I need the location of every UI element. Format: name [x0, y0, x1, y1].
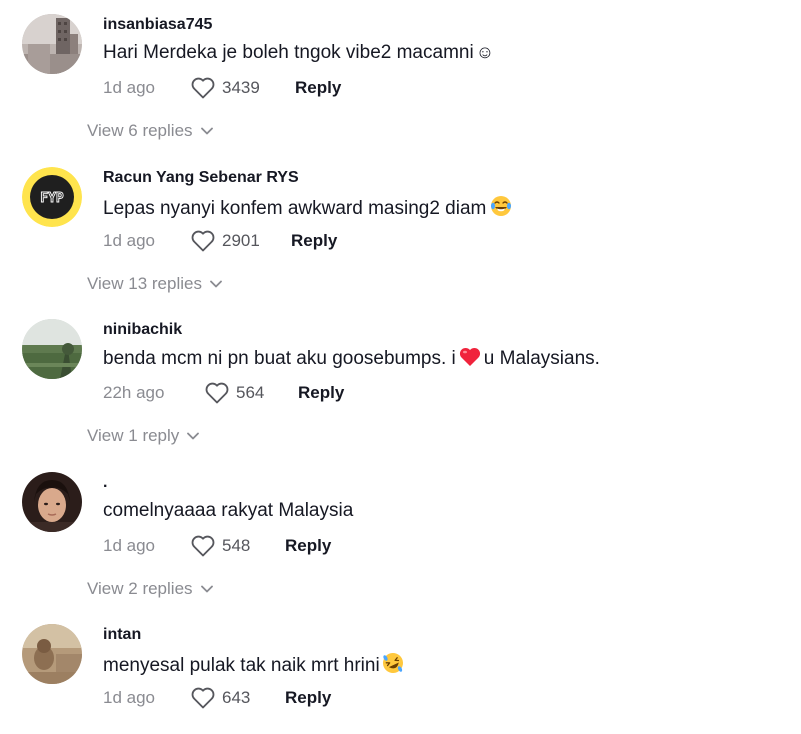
comment-text: Hari Merdeka je boleh tngok vibe2 macamn… [103, 42, 494, 64]
comment-item: . comelnyaaaa rakyat Malaysia 1d ago 548… [0, 472, 801, 598]
comment-item: insanbiasa745 Hari Merdeka je boleh tngo… [0, 14, 801, 140]
chevron-down-icon [200, 585, 213, 593]
avatar-person-photo-icon [22, 472, 82, 532]
view-replies-label: View 2 replies [87, 579, 193, 598]
heart-outline-icon [191, 535, 215, 557]
view-replies-button[interactable]: View 13 replies [87, 274, 222, 294]
comment-text: benda mcm ni pn buat aku goosebumps. i u… [103, 347, 600, 373]
rolling-laughing-emoji-icon [382, 652, 404, 680]
heart-outline-icon [191, 687, 215, 709]
comment-text-body: Hari Merdeka je boleh tngok vibe2 macamn… [103, 42, 474, 63]
view-replies-label: View 6 replies [87, 121, 193, 140]
view-replies-label: View 1 reply [87, 426, 180, 445]
reply-button[interactable]: Reply [298, 383, 344, 403]
like-count: 564 [236, 383, 265, 402]
comment-item: intan menyesal pulak tak naik mrt hrini … [0, 624, 801, 734]
view-replies-button[interactable]: View 1 reply [87, 426, 200, 446]
view-replies-button[interactable]: View 6 replies [87, 121, 213, 141]
avatar-sepia-photo-icon [22, 624, 82, 684]
comment-item: ninibachik benda mcm ni pn buat aku goos… [0, 319, 801, 445]
user-avatar[interactable]: FYP [22, 167, 82, 227]
user-avatar[interactable] [22, 624, 82, 684]
red-heart-emoji-icon [459, 347, 481, 373]
comment-text-body: Lepas nyanyi konfem awkward masing2 diam [103, 198, 487, 219]
user-avatar[interactable] [22, 14, 82, 74]
comment-username[interactable]: intan [103, 626, 141, 644]
comment-username[interactable]: ninibachik [103, 321, 182, 339]
avatar-building-photo-icon [22, 14, 82, 74]
fyp-logo-text: FYP [40, 191, 64, 206]
chevron-down-icon [200, 127, 213, 135]
comment-timestamp: 1d ago [103, 231, 155, 250]
comment-timestamp: 1d ago [103, 688, 155, 707]
view-replies-label: View 13 replies [87, 274, 202, 293]
laughing-tears-emoji-icon [490, 195, 512, 223]
comment-timestamp: 22h ago [103, 383, 165, 402]
chevron-down-icon [210, 280, 222, 288]
comment-text-tail: u Malaysians. [483, 348, 600, 369]
comment-text: Lepas nyanyi konfem awkward masing2 diam [103, 195, 512, 223]
comment-text: menyesal pulak tak naik mrt hrini [103, 652, 404, 680]
reply-button[interactable]: Reply [291, 231, 337, 251]
avatar-landscape-photo-icon [22, 319, 82, 379]
view-replies-button[interactable]: View 2 replies [87, 579, 213, 599]
comment-timestamp: 1d ago [103, 78, 155, 97]
user-avatar[interactable] [22, 319, 82, 379]
like-button[interactable]: 548 [191, 534, 250, 558]
comment-text-body: menyesal pulak tak naik mrt hrini [103, 655, 380, 676]
user-avatar[interactable] [22, 472, 82, 532]
heart-outline-icon [205, 382, 229, 404]
heart-outline-icon [191, 77, 215, 99]
reply-button[interactable]: Reply [295, 78, 341, 98]
reply-button[interactable]: Reply [285, 688, 331, 708]
reply-button[interactable]: Reply [285, 536, 331, 556]
like-count: 643 [222, 688, 251, 707]
comment-username[interactable]: . [103, 474, 107, 492]
comment-timestamp: 1d ago [103, 536, 155, 555]
comment-text: comelnyaaaa rakyat Malaysia [103, 500, 354, 521]
like-button[interactable]: 2901 [191, 229, 260, 253]
heart-outline-icon [191, 230, 215, 252]
comment-item: FYP Racun Yang Sebenar RYS Lepas nyanyi … [0, 167, 801, 293]
comment-username[interactable]: insanbiasa745 [103, 16, 212, 34]
like-button[interactable]: 643 [191, 686, 250, 710]
chevron-down-icon [187, 432, 200, 440]
like-count: 3439 [222, 78, 260, 97]
like-count: 548 [222, 536, 251, 555]
comment-username[interactable]: Racun Yang Sebenar RYS [103, 169, 299, 187]
avatar-fyp-logo-icon: FYP [22, 167, 82, 227]
like-count: 2901 [222, 231, 260, 250]
comment-text-body: benda mcm ni pn buat aku goosebumps. i [103, 348, 456, 369]
like-button[interactable]: 564 [205, 381, 264, 405]
smiley-glyph: ☺ [475, 42, 495, 62]
like-button[interactable]: 3439 [191, 76, 260, 100]
